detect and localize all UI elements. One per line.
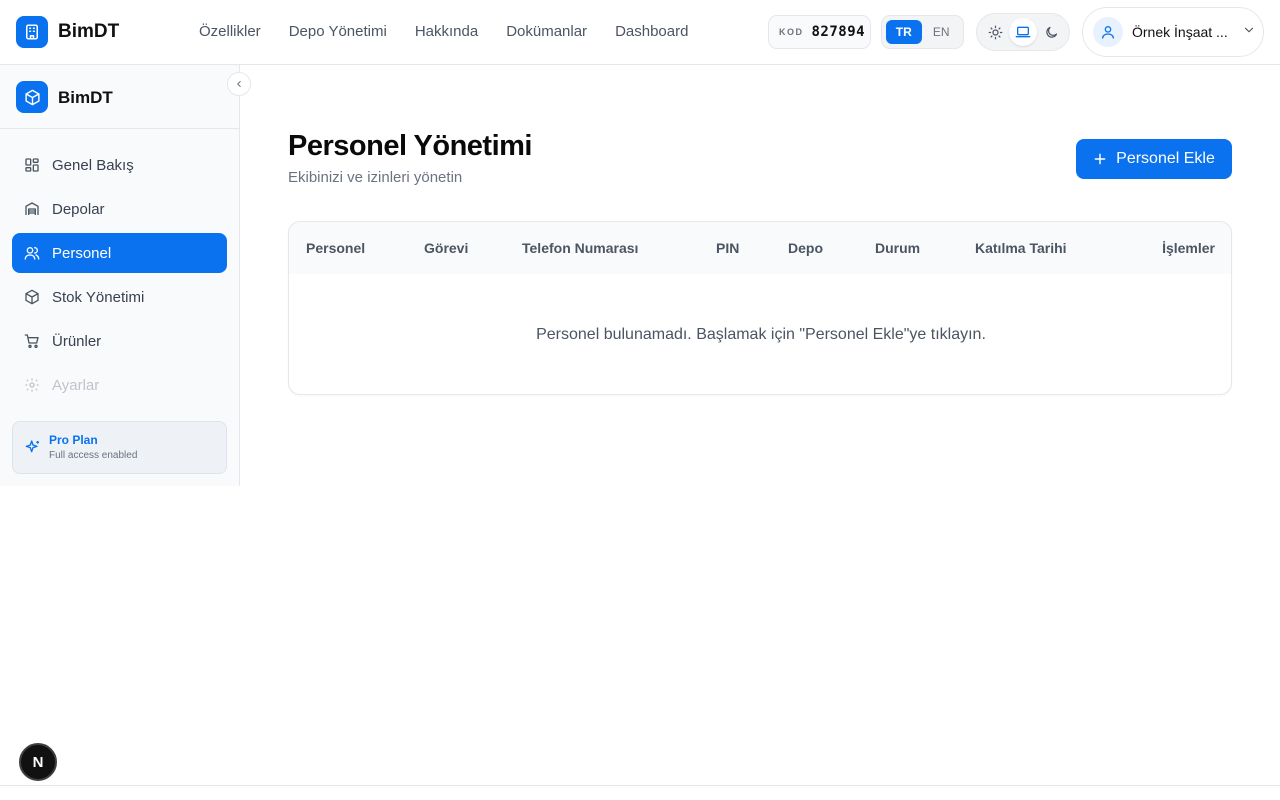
- sidebar-item-stock[interactable]: Stok Yönetimi: [12, 277, 227, 317]
- language-option-en[interactable]: EN: [924, 20, 960, 44]
- language-switcher: TR EN: [881, 15, 964, 49]
- nav-link-dashboard[interactable]: Dashboard: [615, 23, 688, 40]
- chevron-left-icon: [237, 80, 241, 88]
- nav-link-about[interactable]: Hakkında: [415, 23, 478, 40]
- language-option-tr[interactable]: TR: [886, 20, 922, 44]
- footer-divider: [0, 785, 1280, 786]
- sidebar-item-label: Ayarlar: [52, 376, 100, 394]
- sidebar-brand: BimDT: [58, 88, 113, 107]
- code-label: KOD: [779, 27, 804, 37]
- pro-plan-card: Pro Plan Full access enabled: [12, 421, 227, 474]
- theme-switcher: [976, 13, 1070, 51]
- sun-icon[interactable]: [981, 18, 1009, 46]
- column-header-status: Durum: [875, 240, 921, 256]
- building-logo-icon[interactable]: [16, 16, 48, 48]
- warehouse-icon: [25, 202, 39, 215]
- personnel-table: Personel Görevi Telefon Numarası PIN Dep…: [288, 221, 1232, 395]
- column-header-pin: PIN: [716, 240, 740, 256]
- column-header-personnel: Personel: [306, 240, 366, 256]
- sparkles-icon: [25, 440, 39, 453]
- nav-link-docs[interactable]: Dokümanlar: [506, 23, 587, 40]
- page-title: Personel Yönetimi: [288, 130, 533, 162]
- sidebar-item-label: Stok Yönetimi: [52, 288, 145, 306]
- add-personnel-label: Personel Ekle: [1116, 150, 1215, 167]
- user-menu-button[interactable]: Örnek İnşaat ...: [1082, 7, 1264, 57]
- grid-icon: [25, 158, 39, 172]
- laptop-icon[interactable]: [1009, 18, 1037, 46]
- user-name: Örnek İnşaat ...: [1132, 24, 1228, 40]
- sidebar-item-products[interactable]: Ürünler: [12, 321, 227, 361]
- cube-logo-icon[interactable]: [16, 81, 48, 113]
- page-subtitle: Ekibinizi ve izinleri yönetin: [288, 169, 463, 186]
- nav-link-features[interactable]: Özellikler: [199, 23, 261, 40]
- sidebar-menu: Genel Bakış Depolar Personel Stok Yöneti…: [12, 145, 227, 409]
- sidebar: BimDT Genel Bakış Depolar Personel Stok …: [0, 65, 240, 486]
- code-value: 827894: [811, 24, 866, 40]
- sidebar-item-settings: Ayarlar: [12, 365, 227, 405]
- cart-icon: [24, 334, 39, 348]
- sidebar-item-personnel[interactable]: Personel: [12, 233, 227, 273]
- chevron-down-icon: [1242, 23, 1256, 42]
- sidebar-item-label: Genel Bakış: [52, 156, 134, 174]
- column-header-phone: Telefon Numarası: [522, 240, 639, 256]
- sidebar-item-warehouses[interactable]: Depolar: [12, 189, 227, 229]
- column-header-warehouse: Depo: [788, 240, 823, 256]
- add-personnel-button[interactable]: Personel Ekle: [1076, 139, 1232, 179]
- nav-link-warehouse-management[interactable]: Depo Yönetimi: [289, 23, 387, 40]
- sidebar-item-label: Depolar: [52, 200, 105, 218]
- sidebar-item-overview[interactable]: Genel Bakış: [12, 145, 227, 185]
- user-avatar-icon: [1093, 17, 1123, 47]
- box-icon: [25, 289, 39, 305]
- sidebar-collapse-button[interactable]: [227, 72, 251, 96]
- plus-icon: [1094, 153, 1106, 165]
- sidebar-header: BimDT: [0, 65, 239, 129]
- sidebar-item-label: Ürünler: [52, 332, 102, 350]
- sidebar-item-label: Personel: [52, 244, 112, 262]
- users-icon: [24, 247, 40, 260]
- empty-state-message: Personel bulunamadı. Başlamak için "Pers…: [536, 326, 986, 343]
- gear-icon: [25, 378, 39, 392]
- moon-icon[interactable]: [1037, 18, 1065, 46]
- nextjs-dev-badge[interactable]: N: [19, 743, 57, 781]
- plan-subtitle: Full access enabled: [49, 450, 138, 461]
- brand-name[interactable]: BimDT: [58, 21, 119, 43]
- column-header-actions: İşlemler: [1162, 240, 1215, 256]
- plan-title: Pro Plan: [49, 433, 98, 447]
- column-header-role: Görevi: [424, 240, 469, 256]
- top-navbar: BimDT Özellikler Depo Yönetimi Hakkında …: [0, 0, 1280, 65]
- company-code-badge[interactable]: KOD 827894: [768, 15, 871, 49]
- column-header-join-date: Katılma Tarihi: [975, 240, 1067, 256]
- table-header-row: Personel Görevi Telefon Numarası PIN Dep…: [289, 222, 1231, 274]
- main-nav: Özellikler Depo Yönetimi Hakkında Doküma…: [199, 23, 688, 40]
